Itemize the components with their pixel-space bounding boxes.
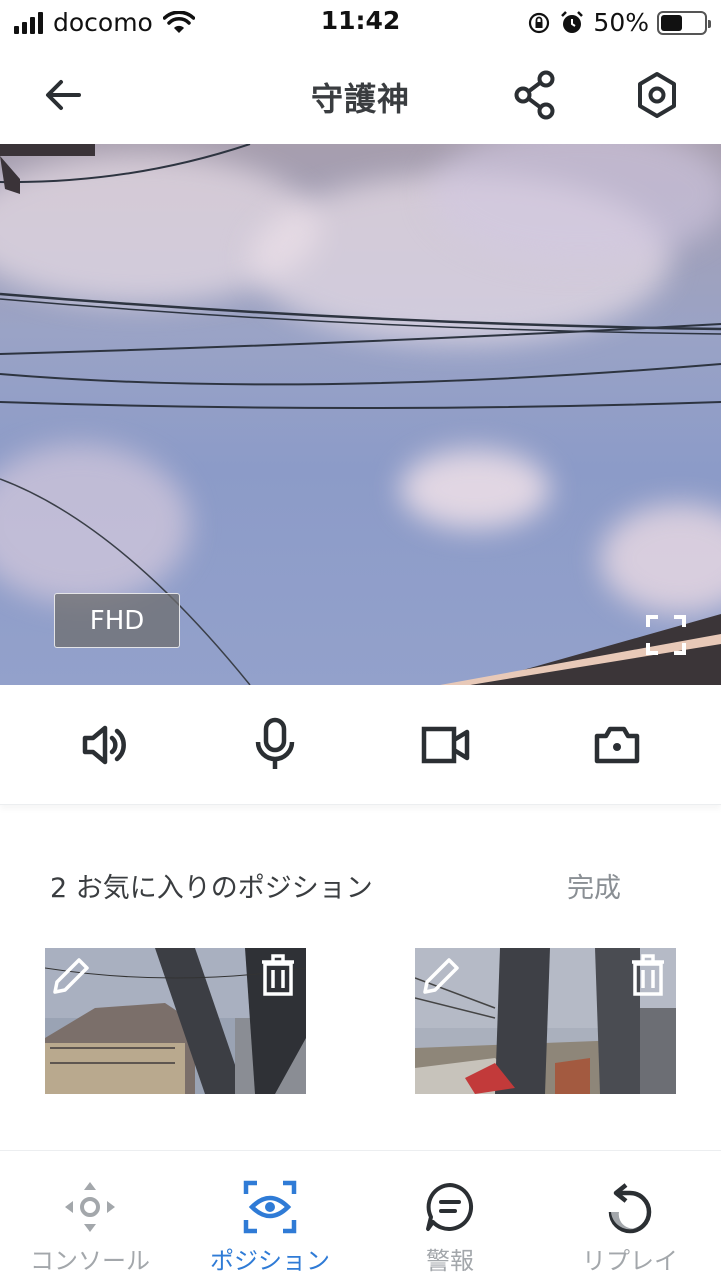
status-bar: docomo 11:42 50% (0, 0, 721, 46)
tab-console[interactable]: コンソール (0, 1151, 180, 1280)
tab-label: コンソール (30, 1247, 150, 1275)
microphone-icon (255, 717, 295, 769)
battery-percentage: 50% (593, 8, 649, 37)
fullscreen-icon[interactable] (645, 614, 687, 656)
header: 守護神 (0, 46, 721, 144)
media-controls (0, 685, 721, 805)
tab-replay[interactable]: リプレイ (540, 1151, 720, 1280)
tab-label: ポジション (210, 1247, 330, 1275)
trash-icon[interactable] (628, 952, 668, 998)
eye-focus-icon (243, 1180, 297, 1234)
settings-button[interactable] (632, 70, 682, 120)
favorites-title: 2 お気に入りのポジション (50, 873, 373, 904)
speaker-button[interactable] (74, 715, 134, 775)
alarm-icon (561, 10, 584, 33)
gear-icon (638, 72, 676, 118)
pencil-icon[interactable] (419, 952, 465, 998)
pencil-icon[interactable] (49, 952, 95, 998)
replay-icon (608, 1183, 652, 1234)
quality-badge[interactable]: FHD (54, 593, 180, 648)
rotation-lock-icon (529, 12, 550, 33)
favorite-position-card[interactable] (415, 948, 676, 1094)
speaker-icon (82, 725, 126, 765)
camera-icon (594, 726, 640, 764)
share-button[interactable] (510, 70, 560, 120)
video-camera-icon (421, 726, 470, 764)
tab-bar: コンソール ポジション 警報 リプレイ (0, 1150, 721, 1280)
page-title: 守護神 (310, 80, 410, 118)
trash-icon[interactable] (258, 952, 298, 998)
live-video[interactable]: FHD (0, 144, 721, 685)
tab-label: リプレイ (582, 1247, 678, 1275)
tab-label: 警報 (426, 1247, 474, 1275)
favorite-position-card[interactable] (45, 948, 306, 1094)
dpad-icon (65, 1182, 115, 1232)
done-button[interactable]: 完成 (567, 866, 621, 905)
snapshot-button[interactable] (587, 715, 647, 775)
tab-position[interactable]: ポジション (180, 1151, 360, 1280)
message-icon (426, 1183, 474, 1231)
tab-alarm[interactable]: 警報 (360, 1151, 540, 1280)
microphone-button[interactable] (245, 715, 305, 775)
record-button[interactable] (416, 715, 476, 775)
share-icon (514, 70, 555, 120)
battery-icon (657, 10, 711, 35)
